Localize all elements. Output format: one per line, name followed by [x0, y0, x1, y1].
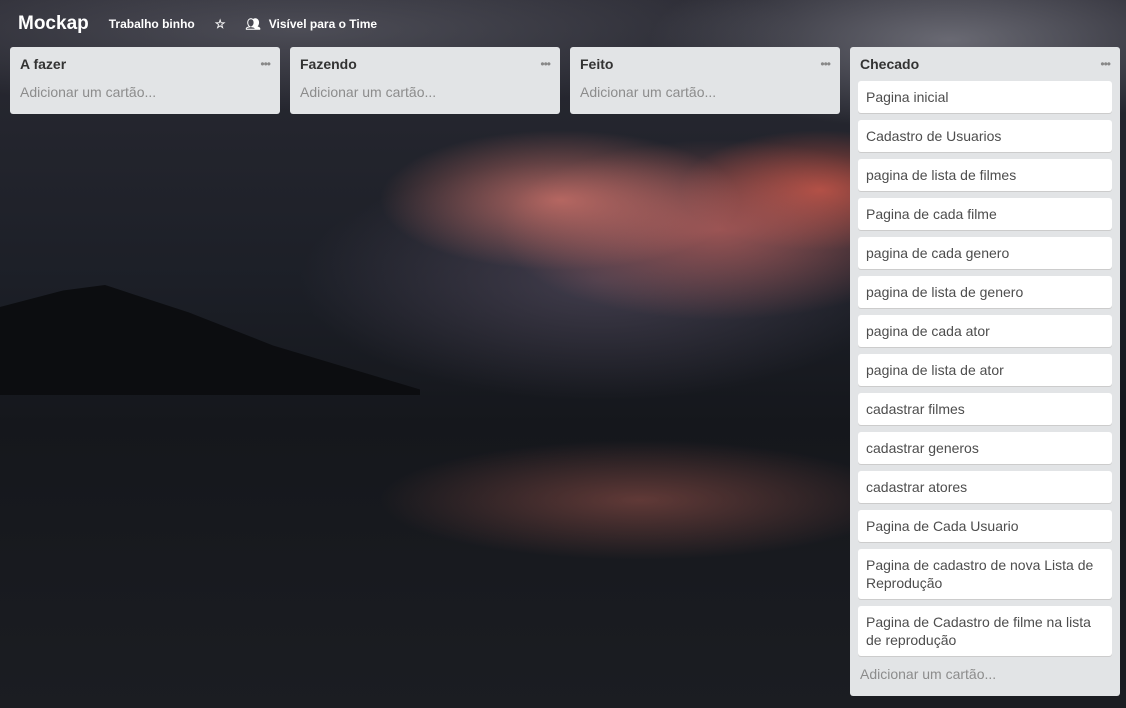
star-icon: ☆: [214, 16, 226, 31]
team-icon: 👥︎: [245, 16, 261, 31]
team-button[interactable]: Trabalho binho: [109, 17, 195, 31]
list-title[interactable]: Fazendo: [300, 56, 357, 72]
list-title[interactable]: Feito: [580, 56, 613, 72]
card[interactable]: pagina de lista de filmes: [858, 159, 1112, 191]
card[interactable]: Pagina de cadastro de nova Lista de Repr…: [858, 549, 1112, 599]
board-header: Mockap Trabalho binho ☆ 👥︎ Visível para o…: [0, 0, 397, 47]
visibility-label: Visível para o Time: [268, 16, 378, 31]
card[interactable]: pagina de lista de genero: [858, 276, 1112, 308]
background-hill: [0, 285, 420, 395]
add-card-button[interactable]: Adicionar um cartão...: [18, 81, 272, 106]
add-card-button[interactable]: Adicionar um cartão...: [858, 663, 1112, 688]
list-header: Checado •••: [858, 47, 1112, 81]
card[interactable]: Pagina de Cadastro de filme na lista de …: [858, 606, 1112, 656]
list-checado: Checado ••• Pagina inicial Cadastro de Usua…: [850, 47, 1120, 696]
list-header: A fazer •••: [18, 47, 272, 81]
card[interactable]: Pagina inicial: [858, 81, 1112, 113]
list-fazendo: Fazendo ••• Adicionar um cartão...: [290, 47, 560, 114]
board-title[interactable]: Mockap: [18, 13, 89, 35]
list-title[interactable]: Checado: [860, 56, 919, 72]
card[interactable]: cadastrar generos: [858, 432, 1112, 464]
card[interactable]: cadastrar atores: [858, 471, 1112, 503]
card[interactable]: pagina de lista de ator: [858, 354, 1112, 386]
list-menu-icon[interactable]: •••: [820, 57, 831, 71]
list-menu-icon[interactable]: •••: [1100, 57, 1111, 71]
card[interactable]: cadastrar filmes: [858, 393, 1112, 425]
visibility-button[interactable]: 👥︎ Visível para o Time: [246, 17, 378, 31]
card[interactable]: Pagina de Cada Usuario: [858, 510, 1112, 542]
list-title[interactable]: A fazer: [20, 56, 66, 72]
list-header: Fazendo •••: [298, 47, 552, 81]
list-feito: Feito ••• Adicionar um cartão...: [570, 47, 840, 114]
list-a-fazer: A fazer ••• Adicionar um cartão...: [10, 47, 280, 114]
list-header: Feito •••: [578, 47, 832, 81]
card[interactable]: pagina de cada genero: [858, 237, 1112, 269]
add-card-button[interactable]: Adicionar um cartão...: [298, 81, 552, 106]
list-menu-icon[interactable]: •••: [260, 57, 271, 71]
card[interactable]: Pagina de cada filme: [858, 198, 1112, 230]
star-button[interactable]: ☆: [215, 17, 226, 31]
add-card-button[interactable]: Adicionar um cartão...: [578, 81, 832, 106]
card[interactable]: pagina de cada ator: [858, 315, 1112, 347]
card[interactable]: Cadastro de Usuarios: [858, 120, 1112, 152]
list-menu-icon[interactable]: •••: [540, 57, 551, 71]
